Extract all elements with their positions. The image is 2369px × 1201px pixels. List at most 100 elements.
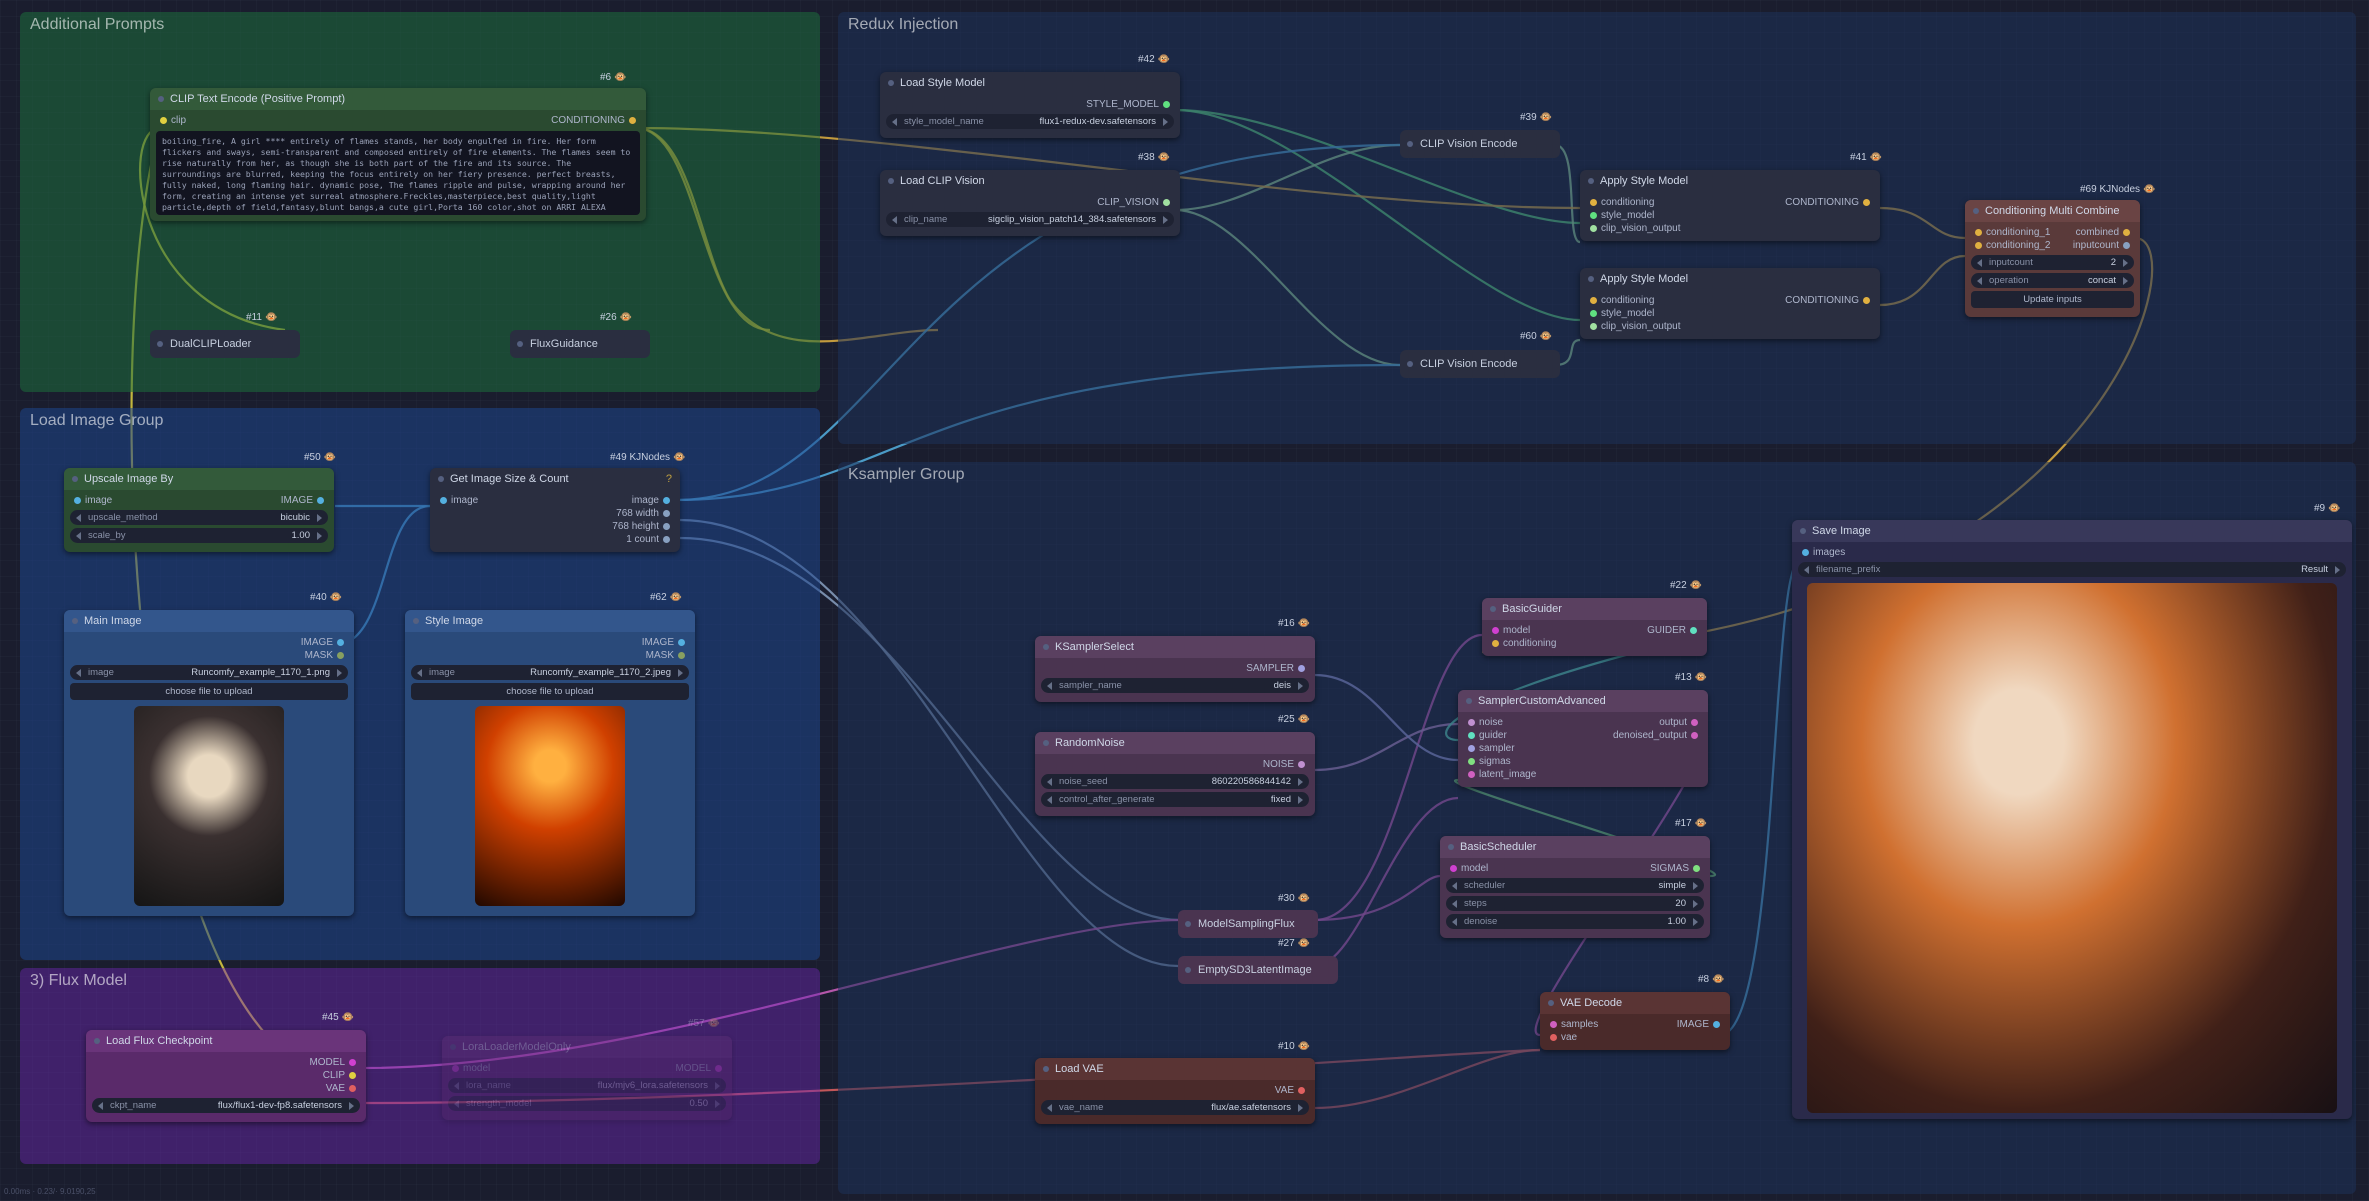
node-ksampler-select[interactable]: KSamplerSelect SAMPLER sampler_name deis [1035, 636, 1315, 702]
update-inputs-button[interactable]: Update inputs [1971, 291, 2134, 308]
slot-out-clip[interactable]: CLIP [323, 1070, 345, 1081]
node-load-vae[interactable]: Load VAE VAE vae_name flux/ae.safetensor… [1035, 1058, 1315, 1124]
slot-out-image[interactable]: IMAGE [642, 637, 674, 648]
widget-scheduler[interactable]: scheduler simple [1446, 878, 1704, 893]
slot-in-samples[interactable]: samples [1561, 1019, 1598, 1030]
widget-scale-by[interactable]: scale_by 1.00 [70, 528, 328, 543]
choose-file-button[interactable]: choose file to upload [411, 683, 689, 700]
slot-in-cond2[interactable]: conditioning_2 [1986, 240, 2051, 251]
node-upscale-image-by[interactable]: Upscale Image By image IMAGE upscale_met… [64, 468, 334, 552]
widget-operation[interactable]: operation concat [1971, 273, 2134, 288]
widget-ckpt-name[interactable]: ckpt_name flux/flux1-dev-fp8.safetensors [92, 1098, 360, 1113]
node-empty-latent[interactable]: EmptySD3LatentImage [1178, 956, 1338, 984]
slot-in-images[interactable]: images [1813, 547, 1845, 558]
slot-out-sampler[interactable]: SAMPLER [1246, 663, 1294, 674]
slot-in-cond1[interactable]: conditioning_1 [1986, 227, 2051, 238]
slot-in-image[interactable]: image [85, 495, 112, 506]
slot-in-conditioning[interactable]: conditioning [1601, 197, 1654, 208]
slot-in-model[interactable]: model [463, 1063, 490, 1074]
slot-in-image[interactable]: image [451, 495, 478, 506]
slot-out-vae[interactable]: VAE [326, 1083, 345, 1094]
node-conditioning-combiner[interactable]: Conditioning Multi Combine conditioning_… [1965, 200, 2140, 317]
node-random-noise[interactable]: RandomNoise NOISE noise_seed 86022058684… [1035, 732, 1315, 816]
prompt-textarea[interactable]: boiling_fire, A girl **** entirely of fl… [156, 131, 640, 215]
slot-in-conditioning[interactable]: conditioning [1601, 295, 1654, 306]
help-icon[interactable]: ? [666, 468, 672, 490]
node-load-style-model[interactable]: Load Style Model STYLE_MODEL style_model… [880, 72, 1180, 138]
slot-out-model[interactable]: MODEL [675, 1063, 711, 1074]
node-sampler-custom-advanced[interactable]: SamplerCustomAdvanced noise output guide… [1458, 690, 1708, 787]
node-style-image[interactable]: Style Image IMAGE MASK image Runcomfy_ex… [405, 610, 695, 916]
node-lora-loader[interactable]: LoraLoaderModelOnly model MODEL lora_nam… [442, 1036, 732, 1120]
slot-in-vae[interactable]: vae [1561, 1032, 1577, 1043]
slot-out-image[interactable]: IMAGE [301, 637, 333, 648]
node-apply-style-model-1[interactable]: Apply Style Model conditioning CONDITION… [1580, 170, 1880, 241]
slot-out-model[interactable]: MODEL [309, 1057, 345, 1068]
node-clip-text-encode[interactable]: CLIP Text Encode (Positive Prompt) clip … [150, 88, 646, 221]
widget-sampler-name[interactable]: sampler_name deis [1041, 678, 1309, 693]
slot-in-model[interactable]: model [1503, 625, 1530, 636]
node-dual-clip-loader[interactable]: DualCLIPLoader [150, 330, 300, 358]
widget-steps[interactable]: steps 20 [1446, 896, 1704, 911]
slot-out-conditioning[interactable]: CONDITIONING [1785, 295, 1859, 306]
node-basic-scheduler[interactable]: BasicScheduler model SIGMAS scheduler si… [1440, 836, 1710, 938]
slot-out-conditioning[interactable]: CONDITIONING [1785, 197, 1859, 208]
node-load-clip-vision[interactable]: Load CLIP Vision CLIP_VISION clip_name s… [880, 170, 1180, 236]
node-model-sampling-flux[interactable]: ModelSamplingFlux [1178, 910, 1318, 938]
slot-in-conditioning[interactable]: conditioning [1503, 638, 1556, 649]
slot-out-combined[interactable]: combined [2076, 227, 2119, 238]
node-save-image[interactable]: Save Image images filename_prefix Result [1792, 520, 2352, 1119]
widget-image-path[interactable]: image Runcomfy_example_1170_2.jpeg [411, 665, 689, 680]
slot-out-noise[interactable]: NOISE [1263, 759, 1294, 770]
slot-in-style-model[interactable]: style_model [1601, 308, 1654, 319]
widget-strength[interactable]: strength_model 0.50 [448, 1096, 726, 1111]
widget-inputcount[interactable]: inputcount 2 [1971, 255, 2134, 270]
slot-out-sigmas[interactable]: SIGMAS [1650, 863, 1689, 874]
slot-out-height[interactable]: height [632, 521, 659, 532]
slot-in-model[interactable]: model [1461, 863, 1488, 874]
slot-in-sampler[interactable]: sampler [1479, 743, 1515, 754]
slot-in-guider[interactable]: guider [1479, 730, 1507, 741]
slot-in-latent[interactable]: latent_image [1479, 769, 1536, 780]
slot-out-inputcount[interactable]: inputcount [2073, 240, 2119, 251]
node-clip-vision-encode-2[interactable]: CLIP Vision Encode [1400, 350, 1560, 378]
widget-filename-prefix[interactable]: filename_prefix Result [1798, 562, 2346, 577]
node-get-image-size[interactable]: Get Image Size & Count ? image image 768… [430, 468, 680, 552]
widget-control-after-generate[interactable]: control_after_generate fixed [1041, 792, 1309, 807]
widget-lora-name[interactable]: lora_name flux/mjv6_lora.safetensors [448, 1078, 726, 1093]
slot-out-guider[interactable]: GUIDER [1647, 625, 1686, 636]
widget-style-model-name[interactable]: style_model_name flux1-redux-dev.safeten… [886, 114, 1174, 129]
node-flux-guidance[interactable]: FluxGuidance [510, 330, 650, 358]
slot-out-image[interactable]: IMAGE [1677, 1019, 1709, 1030]
widget-clip-name[interactable]: clip_name sigclip_vision_patch14_384.saf… [886, 212, 1174, 227]
node-clip-vision-encode-1[interactable]: CLIP Vision Encode [1400, 130, 1560, 158]
choose-file-button[interactable]: choose file to upload [70, 683, 348, 700]
slot-in-clip[interactable]: clip [171, 115, 186, 126]
widget-image-path[interactable]: image Runcomfy_example_1170_1.png [70, 665, 348, 680]
slot-in-cv-output[interactable]: clip_vision_output [1601, 321, 1681, 332]
node-vae-decode[interactable]: VAE Decode samples IMAGE vae [1540, 992, 1730, 1050]
node-load-flux-checkpoint[interactable]: Load Flux Checkpoint MODEL CLIP VAE ckpt… [86, 1030, 366, 1122]
slot-in-cv-output[interactable]: clip_vision_output [1601, 223, 1681, 234]
slot-out-clip-vision[interactable]: CLIP_VISION [1097, 197, 1159, 208]
widget-denoise[interactable]: denoise 1.00 [1446, 914, 1704, 929]
widget-vae-name[interactable]: vae_name flux/ae.safetensors [1041, 1100, 1309, 1115]
slot-in-style-model[interactable]: style_model [1601, 210, 1654, 221]
slot-out-conditioning[interactable]: CONDITIONING [551, 115, 625, 126]
slot-out-image[interactable]: image [632, 495, 659, 506]
slot-out-width[interactable]: width [636, 508, 659, 519]
slot-out-denoised[interactable]: denoised_output [1613, 730, 1687, 741]
slot-out-vae[interactable]: VAE [1275, 1085, 1294, 1096]
slot-in-noise[interactable]: noise [1479, 717, 1503, 728]
slot-out-mask[interactable]: MASK [305, 650, 333, 661]
node-apply-style-model-2[interactable]: Apply Style Model conditioning CONDITION… [1580, 268, 1880, 339]
widget-upscale-method[interactable]: upscale_method bicubic [70, 510, 328, 525]
node-basic-guider[interactable]: BasicGuider model GUIDER conditioning [1482, 598, 1707, 656]
slot-out-image[interactable]: IMAGE [281, 495, 313, 506]
slot-in-sigmas[interactable]: sigmas [1479, 756, 1511, 767]
widget-noise-seed[interactable]: noise_seed 860220586844142 [1041, 774, 1309, 789]
slot-out-mask[interactable]: MASK [646, 650, 674, 661]
node-main-image[interactable]: Main Image IMAGE MASK image Runcomfy_exa… [64, 610, 354, 916]
slot-out-output[interactable]: output [1659, 717, 1687, 728]
slot-out-count[interactable]: count [635, 534, 659, 545]
